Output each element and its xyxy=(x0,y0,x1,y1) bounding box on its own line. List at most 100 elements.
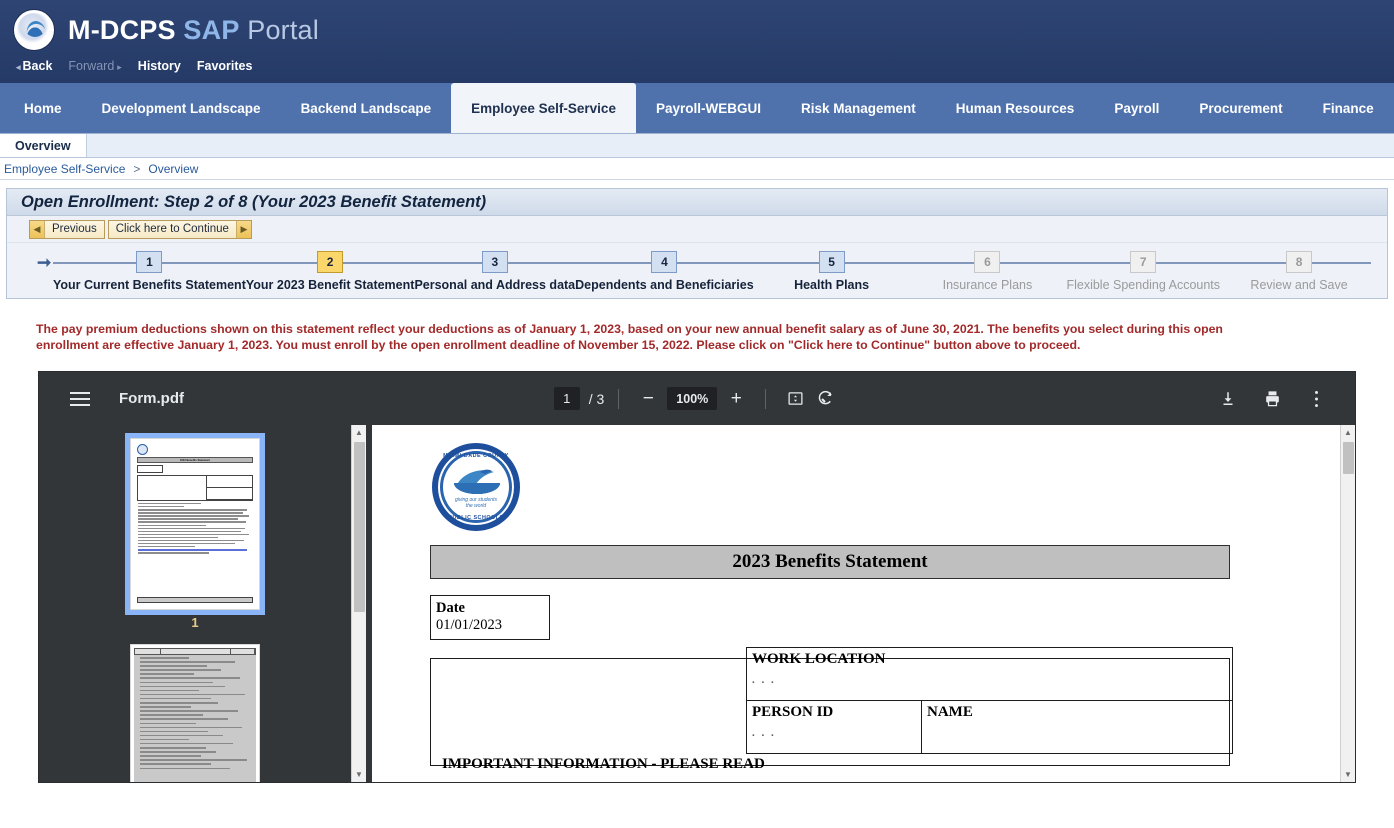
pdf-page-controls: 1 / 3 − 100% + xyxy=(517,384,877,414)
hamburger-menu-icon[interactable] xyxy=(63,382,97,416)
seal-motto-line2: the world xyxy=(466,503,486,509)
roadmap-step-7-label: Flexible Spending Accounts xyxy=(1065,278,1221,292)
thumbnail-preview-1: 2023 Benefits Statement xyxy=(135,443,255,605)
history-link[interactable]: History xyxy=(138,59,181,73)
masthead: M-DCPS SAP Portal ◂Back Forward▸ History… xyxy=(0,0,1394,83)
page-scroll-up-icon[interactable]: ▲ xyxy=(1341,425,1355,440)
roadmap: ➞ 1 Your Current Benefits Statement 2 Yo… xyxy=(7,242,1387,298)
tab-home[interactable]: Home xyxy=(4,83,82,133)
seal-motto: giving our students the world xyxy=(438,497,514,509)
tab-backend-landscape[interactable]: Backend Landscape xyxy=(281,83,452,133)
favorites-link[interactable]: Favorites xyxy=(197,59,253,73)
thumbnail-scrollbar-thumb[interactable] xyxy=(354,442,365,612)
back-link[interactable]: ◂Back xyxy=(16,59,52,73)
print-icon[interactable] xyxy=(1257,384,1287,414)
roadmap-step-3-label: Personal and Address data xyxy=(414,278,575,292)
roadmap-step-7: 7 Flexible Spending Accounts xyxy=(1065,243,1221,298)
pdf-thumbnail-page-2[interactable] xyxy=(130,644,260,782)
pdf-thumbnail-page-1[interactable]: 2023 Benefits Statement xyxy=(130,438,260,610)
page-title: Open Enrollment: Step 2 of 8 (Your 2023 … xyxy=(7,189,1387,216)
continue-button-label: Click here to Continue xyxy=(109,223,236,235)
brand-part-3: Portal xyxy=(240,15,319,45)
brand-part-1: M-DCPS xyxy=(68,15,183,45)
pdf-thumbnail-item[interactable]: 2023 Benefits Statement xyxy=(130,438,260,630)
tab-procurement[interactable]: Procurement xyxy=(1179,83,1302,133)
pdf-file-name: Form.pdf xyxy=(119,390,184,407)
forward-link[interactable]: Forward▸ xyxy=(68,59,121,73)
table-row: WORK LOCATION . . . xyxy=(747,648,1233,701)
forward-link-label: Forward xyxy=(68,59,114,73)
person-id-label: PERSON ID xyxy=(752,704,833,720)
pdf-viewer: Form.pdf 1 / 3 − 100% + xyxy=(38,371,1356,783)
page-number-input[interactable]: 1 xyxy=(554,387,580,410)
breadcrumb-leaf[interactable]: Overview xyxy=(148,162,198,176)
roadmap-step-1-label: Your Current Benefits Statement xyxy=(53,278,246,292)
pdf-thumbnail-item[interactable]: 2 xyxy=(130,644,260,782)
person-id-value: . . . xyxy=(752,727,917,739)
breadcrumb-root[interactable]: Employee Self-Service xyxy=(4,162,125,176)
tab-finance[interactable]: Finance xyxy=(1303,83,1394,133)
roadmap-step-8: 8 Review and Save xyxy=(1221,243,1377,298)
panel-button-bar: ◀ Previous Click here to Continue ▶ xyxy=(7,216,1387,242)
roadmap-step-4-label: Dependents and Beneficiaries xyxy=(575,278,754,292)
roadmap-step-4-number: 4 xyxy=(651,251,677,273)
secondary-navigation-filler xyxy=(87,134,1394,157)
pdf-body: 2023 Benefits Statement xyxy=(39,425,1355,782)
seal-ring-bottom: PUBLIC SCHOOLS xyxy=(438,515,514,521)
fit-to-page-icon[interactable] xyxy=(780,384,810,414)
roadmap-step-2[interactable]: 2 Your 2023 Benefit Statement xyxy=(246,243,415,298)
page-scrollbar-thumb[interactable] xyxy=(1343,442,1354,474)
pdf-page-scrollbar[interactable]: ▲ ▼ xyxy=(1340,425,1355,782)
previous-arrow-icon: ◀ xyxy=(30,221,45,238)
continue-arrow-icon: ▶ xyxy=(236,221,251,238)
book-icon xyxy=(450,483,504,496)
roadmap-step-3[interactable]: 3 Personal and Address data xyxy=(414,243,575,298)
page-scroll-down-icon[interactable]: ▼ xyxy=(1341,767,1355,782)
tab-development-landscape[interactable]: Development Landscape xyxy=(82,83,281,133)
zoom-level[interactable]: 100% xyxy=(667,387,717,410)
page-separator: / xyxy=(589,391,593,407)
roadmap-start-icon[interactable]: ➞ xyxy=(37,253,57,272)
tab-overview[interactable]: Overview xyxy=(0,134,87,157)
tab-payroll[interactable]: Payroll xyxy=(1094,83,1179,133)
open-enrollment-panel: Open Enrollment: Step 2 of 8 (Your 2023 … xyxy=(6,188,1388,299)
toolbar-divider-2 xyxy=(765,389,766,409)
pdf-page-canvas: MIAMI-DADE COUNTY PUBLIC SCHOOLS giving … xyxy=(372,425,1340,782)
pdf-employee-box: WORK LOCATION . . . PERSON ID . . . xyxy=(430,658,1230,766)
name-label: NAME xyxy=(927,704,973,720)
pdf-date-label: Date xyxy=(436,600,544,617)
roadmap-step-5-label: Health Plans xyxy=(754,278,910,292)
tab-risk-management[interactable]: Risk Management xyxy=(781,83,936,133)
zoom-in-button[interactable]: + xyxy=(721,384,751,414)
pdf-thumbnail-page-1-label: 1 xyxy=(191,615,198,630)
roadmap-step-5-number: 5 xyxy=(819,251,845,273)
thumbnail-preview-2 xyxy=(134,648,256,782)
forward-caret-icon: ▸ xyxy=(117,62,122,72)
thumbnail-scrollbar[interactable]: ▲ ▼ xyxy=(351,425,366,782)
tab-human-resources[interactable]: Human Resources xyxy=(936,83,1095,133)
pdf-date-field: Date 01/01/2023 xyxy=(430,595,550,640)
previous-button[interactable]: ◀ Previous xyxy=(29,220,105,239)
roadmap-step-1[interactable]: 1 Your Current Benefits Statement xyxy=(53,243,246,298)
tab-payroll-webgui[interactable]: Payroll-WEBGUI xyxy=(636,83,781,133)
zoom-out-button[interactable]: − xyxy=(633,384,663,414)
thumbnail-scroll-down-icon[interactable]: ▼ xyxy=(352,767,366,782)
roadmap-step-5[interactable]: 5 Health Plans xyxy=(754,243,910,298)
pdf-toolbar-actions xyxy=(1213,384,1355,414)
thumbnail-scroll-up-icon[interactable]: ▲ xyxy=(352,425,366,440)
download-icon[interactable] xyxy=(1213,384,1243,414)
primary-navigation: Home Development Landscape Backend Lands… xyxy=(0,83,1394,134)
portal-title: M-DCPS SAP Portal xyxy=(68,15,319,46)
brand-part-2: SAP xyxy=(183,15,239,45)
mdcps-seal-icon xyxy=(14,10,54,50)
work-location-value: . . . xyxy=(752,674,1228,686)
roadmap-step-2-number: 2 xyxy=(317,251,343,273)
roadmap-step-4[interactable]: 4 Dependents and Beneficiaries xyxy=(575,243,754,298)
tab-employee-self-service[interactable]: Employee Self-Service xyxy=(451,83,636,133)
pdf-page-pane: MIAMI-DADE COUNTY PUBLIC SCHOOLS giving … xyxy=(366,425,1340,782)
more-options-icon[interactable] xyxy=(1301,384,1331,414)
rotate-icon[interactable] xyxy=(810,384,840,414)
name-cell: NAME xyxy=(922,701,1233,754)
continue-button[interactable]: Click here to Continue ▶ xyxy=(108,220,252,239)
roadmap-step-8-label: Review and Save xyxy=(1221,278,1377,292)
